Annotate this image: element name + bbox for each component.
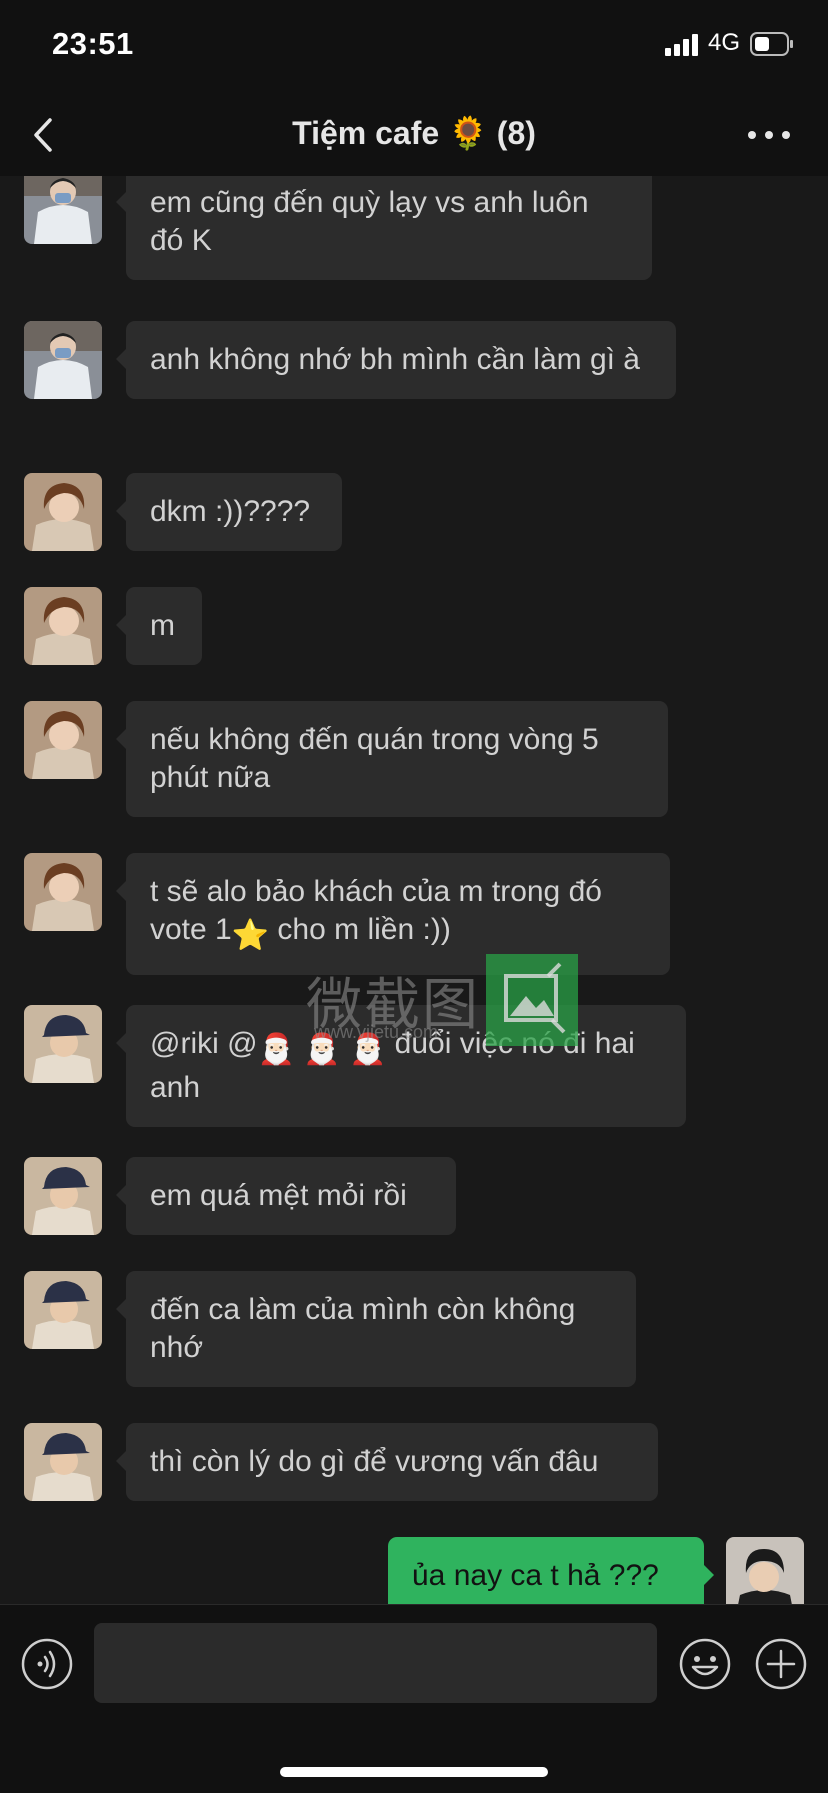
message-bubble[interactable]: em cũng đến quỳ lạy vs anh luôn đó K	[116, 176, 652, 280]
plus-icon[interactable]	[754, 1637, 808, 1691]
avatar[interactable]	[24, 473, 102, 551]
message-bubble[interactable]: nếu không đến quán trong vòng 5 phút nữa	[116, 701, 668, 817]
message-text: @riki @	[150, 1027, 258, 1060]
self-message-bubble[interactable]: ủa nay ca t hả ???	[388, 1537, 714, 1604]
avatar[interactable]	[24, 701, 102, 779]
avatar[interactable]	[24, 176, 102, 244]
network-type: 4G	[708, 29, 741, 56]
message-bubble[interactable]: anh không nhớ bh mình cần làm gì à	[116, 321, 676, 399]
message-text: em quá mệt mỏi rồi	[150, 1179, 407, 1212]
avatar[interactable]	[24, 853, 102, 931]
message-text: dkm :))????	[150, 495, 311, 528]
signal-icon	[665, 34, 698, 56]
message-input[interactable]	[94, 1623, 657, 1703]
star-emoji: ⭐	[231, 919, 270, 952]
message-bubble[interactable]: @riki @🎅🏻 🎅🏻 🎅🏻 đuổi việc nó đi hai anh	[116, 1005, 686, 1127]
avatar[interactable]	[24, 1005, 102, 1083]
message-bubble[interactable]: m	[116, 587, 202, 665]
santa-emoji: 🎅🏻 🎅🏻 🎅🏻	[257, 1033, 387, 1066]
message-text: anh không nhớ bh mình cần làm gì à	[150, 343, 640, 376]
avatar[interactable]	[24, 1423, 102, 1501]
message-text: nếu không đến quán trong vòng 5 phút nữa	[150, 723, 599, 794]
status-bar: 23:51 4G	[0, 0, 828, 94]
message-text: thì còn lý do gì để vương vấn đâu	[150, 1445, 599, 1478]
message-bubble[interactable]: đến ca làm của mình còn không nhớ	[116, 1271, 636, 1387]
chat-header: Tiệm cafe 🌻 (8)	[0, 94, 828, 176]
message-text: đến ca làm của mình còn không nhớ	[150, 1293, 576, 1364]
avatar[interactable]	[24, 321, 102, 399]
message-bubble[interactable]: thì còn lý do gì để vương vấn đâu	[116, 1423, 658, 1501]
status-time: 23:51	[52, 26, 134, 61]
message-bubble[interactable]: dkm :))????	[116, 473, 342, 551]
avatar[interactable]	[24, 587, 102, 665]
voice-icon[interactable]	[20, 1637, 74, 1691]
input-bar	[0, 1604, 828, 1793]
chat-title: Tiệm cafe 🌻 (8)	[292, 115, 536, 151]
message-list[interactable]: em cũng đến quỳ lạy vs anh luôn đó K anh…	[0, 176, 828, 1604]
message-text: ủa nay ca t hả ???	[412, 1559, 659, 1592]
message-bubble[interactable]: t sẽ alo bảo khách của m trong đó vote 1…	[116, 853, 670, 975]
self-avatar[interactable]	[726, 1537, 804, 1604]
message-text: m	[150, 609, 175, 642]
more-icon[interactable]	[744, 120, 794, 150]
emoji-icon[interactable]	[678, 1637, 732, 1691]
home-indicator	[280, 1767, 548, 1777]
avatar[interactable]	[24, 1271, 102, 1349]
battery-icon	[750, 32, 793, 56]
message-bubble[interactable]: em quá mệt mỏi rồi	[116, 1157, 456, 1235]
message-text: cho m liền :))	[269, 913, 451, 946]
message-text: em cũng đến quỳ lạy vs anh luôn đó K	[150, 186, 589, 257]
avatar[interactable]	[24, 1157, 102, 1235]
